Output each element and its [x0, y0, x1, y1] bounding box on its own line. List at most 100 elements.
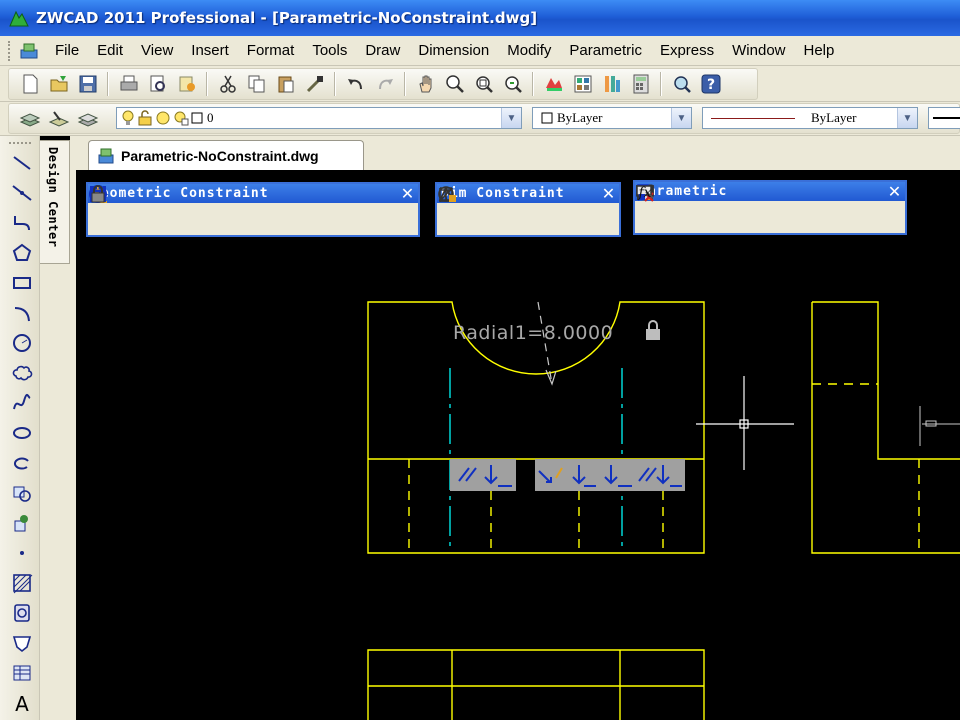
horizontal-dim-constraint-icon[interactable] — [439, 188, 491, 232]
new-icon[interactable] — [17, 71, 43, 97]
chevron-down-icon[interactable]: ▼ — [671, 108, 691, 128]
smooth-icon[interactable] — [89, 185, 298, 232]
collinear-icon[interactable] — [90, 186, 142, 232]
match-properties-icon[interactable] — [302, 71, 328, 97]
zoom-previous-icon[interactable] — [500, 71, 526, 97]
design-center-tab[interactable]: Design Center — [40, 140, 70, 264]
make-object-layer-current-icon[interactable] — [46, 106, 72, 132]
radial-dimension-label[interactable]: Radial1=8.0000 — [453, 322, 613, 344]
properties-icon[interactable] — [541, 71, 567, 97]
close-icon[interactable]: ✕ — [885, 182, 905, 201]
menu-tools[interactable]: Tools — [303, 42, 356, 59]
document-tab[interactable]: Parametric-NoConstraint.dwg — [88, 140, 364, 170]
aligned-dim-constraint-icon[interactable] — [438, 186, 543, 232]
design-center-icon[interactable] — [570, 71, 596, 97]
tool-palettes-icon[interactable] — [599, 71, 625, 97]
show-dynamic-constraints-icon[interactable] — [637, 186, 767, 230]
menu-file[interactable]: File — [46, 42, 88, 59]
close-icon[interactable]: ✕ — [599, 184, 619, 203]
coincident-icon[interactable] — [89, 186, 116, 232]
linear-dim-constraint-icon[interactable] — [439, 187, 465, 232]
fix-icon[interactable] — [91, 185, 376, 232]
table-icon[interactable] — [9, 630, 35, 656]
region-icon[interactable] — [9, 600, 35, 626]
hide-dynamic-constraints-icon[interactable] — [637, 186, 793, 230]
line-icon[interactable] — [9, 150, 35, 176]
auto-constrain-icon[interactable] — [637, 184, 663, 230]
concentric-icon[interactable] — [90, 186, 168, 232]
polygon-icon[interactable] — [9, 240, 35, 266]
radius-dim-constraint-icon[interactable] — [438, 186, 595, 232]
circle-icon[interactable] — [9, 330, 35, 356]
layer-dropdown[interactable]: 0 ▼ — [116, 107, 522, 129]
constraint-settings-icon[interactable] — [636, 185, 845, 230]
parameters-manager-icon[interactable]: fx — [637, 185, 871, 230]
make-block-icon[interactable] — [9, 510, 35, 536]
horizontal-icon[interactable] — [90, 186, 272, 232]
construction-line-icon[interactable] — [9, 180, 35, 206]
menu-grip[interactable] — [8, 40, 12, 61]
redo-icon[interactable] — [372, 71, 398, 97]
gradient-icon[interactable] — [9, 660, 35, 686]
menu-draw[interactable]: Draw — [356, 42, 409, 59]
spline-icon[interactable] — [9, 390, 35, 416]
color-dropdown[interactable]: ByLayer ▼ — [532, 107, 692, 129]
menu-view[interactable]: View — [132, 42, 182, 59]
menu-parametric[interactable]: Parametric — [560, 42, 651, 59]
find-icon[interactable] — [669, 71, 695, 97]
print-icon[interactable] — [116, 71, 142, 97]
drawing-canvas[interactable]: Radial1=8.0000 Geometric Constraint ✕ Di… — [76, 170, 960, 720]
symmetric-icon[interactable] — [90, 186, 324, 232]
ellipse-arc-icon[interactable] — [9, 450, 35, 476]
layer-previous-icon[interactable] — [75, 106, 101, 132]
vertical-dim-constraint-icon[interactable] — [440, 187, 517, 232]
menu-express[interactable]: Express — [651, 42, 723, 59]
tangent-icon[interactable] — [90, 186, 194, 232]
zoom-window-icon[interactable] — [471, 71, 497, 97]
close-icon[interactable]: ✕ — [398, 184, 418, 203]
point-icon[interactable] — [9, 540, 35, 566]
zoom-realtime-icon[interactable] — [442, 71, 468, 97]
menu-help[interactable]: Help — [795, 42, 844, 59]
menu-format[interactable]: Format — [238, 42, 304, 59]
chevron-down-icon[interactable]: ▼ — [501, 108, 521, 128]
show-constraints-icon[interactable] — [636, 185, 715, 230]
pan-icon[interactable] — [413, 71, 439, 97]
open-icon[interactable] — [46, 71, 72, 97]
undo-icon[interactable] — [343, 71, 369, 97]
ellipse-icon[interactable] — [9, 420, 35, 446]
angular-dim-constraint-icon[interactable] — [439, 188, 569, 232]
help-icon[interactable]: ? — [698, 71, 724, 97]
menu-dimension[interactable]: Dimension — [409, 42, 498, 59]
insert-block-icon[interactable] — [9, 480, 35, 506]
calculator-icon[interactable] — [628, 71, 654, 97]
delete-constraints-icon[interactable] — [637, 184, 819, 230]
linetype-dropdown[interactable]: ByLayer ▼ — [702, 107, 918, 129]
layer-value: 0 — [207, 110, 214, 125]
menu-modify[interactable]: Modify — [498, 42, 560, 59]
perpendicular-icon[interactable] — [95, 186, 246, 232]
menu-edit[interactable]: Edit — [88, 42, 132, 59]
chevron-down-icon[interactable]: ▼ — [897, 108, 917, 128]
lineweight-dropdown[interactable] — [928, 107, 960, 129]
paste-icon[interactable] — [273, 71, 299, 97]
equal-icon[interactable] — [92, 189, 350, 232]
hide-constraints-icon[interactable] — [636, 185, 741, 230]
show-all-constraints-icon[interactable] — [636, 185, 689, 230]
layer-manager-icon[interactable] — [17, 106, 43, 132]
save-icon[interactable] — [75, 71, 101, 97]
menu-insert[interactable]: Insert — [182, 42, 238, 59]
multiline-text-icon[interactable]: A — [9, 690, 35, 716]
hatch-icon[interactable] — [9, 570, 35, 596]
parallel-icon[interactable] — [90, 188, 220, 232]
cut-icon[interactable] — [215, 71, 241, 97]
copy-icon[interactable] — [244, 71, 270, 97]
rectangle-icon[interactable] — [9, 270, 35, 296]
revision-cloud-icon[interactable] — [9, 360, 35, 386]
publish-icon[interactable] — [174, 71, 200, 97]
print-preview-icon[interactable] — [145, 71, 171, 97]
app-doc-icon[interactable] — [18, 40, 40, 62]
polyline-icon[interactable] — [9, 210, 35, 236]
menu-window[interactable]: Window — [723, 42, 794, 59]
arc-icon[interactable] — [9, 300, 35, 326]
